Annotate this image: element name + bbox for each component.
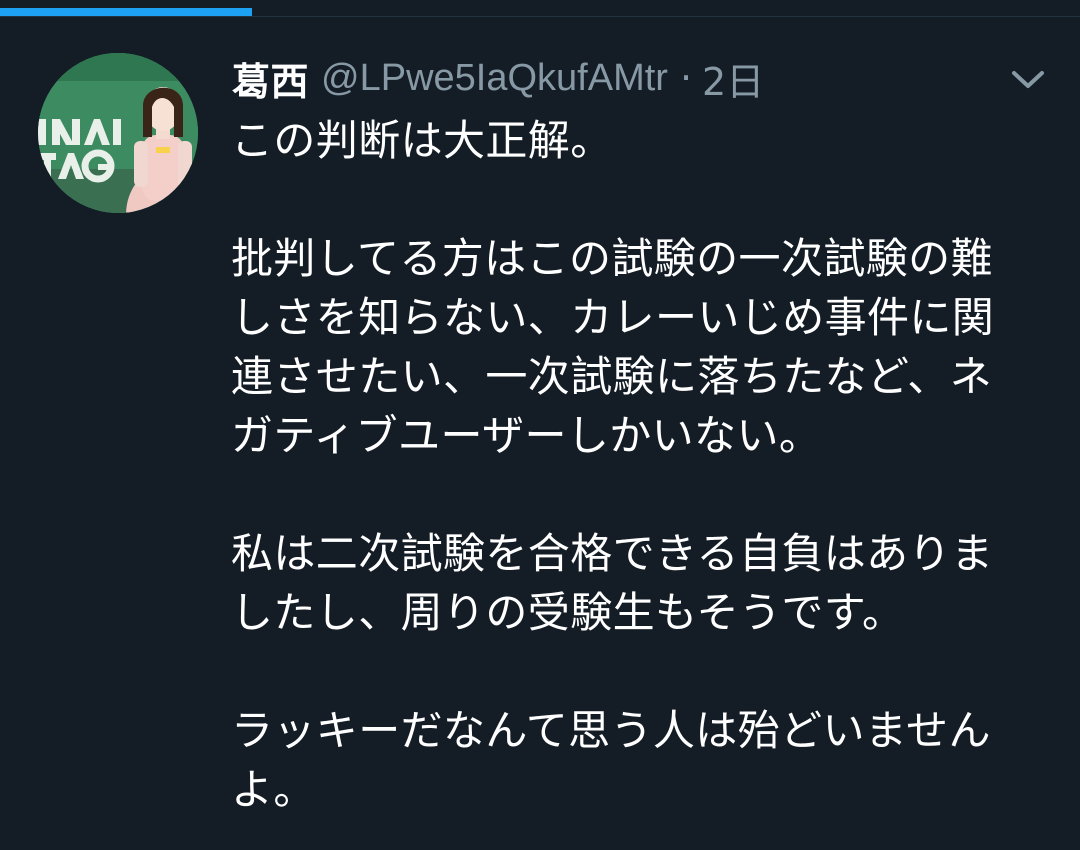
separator-dot: · bbox=[679, 56, 693, 100]
tweet-text-blank bbox=[231, 170, 1061, 229]
loading-progress-bar bbox=[0, 0, 1080, 16]
tweet-text-line: よ。 bbox=[231, 765, 316, 814]
tweet-text-line: 連させたい、一次試験に落ちたなど、ネ bbox=[231, 352, 993, 401]
divider bbox=[0, 16, 1080, 17]
timestamp[interactable]: 2日 bbox=[702, 51, 764, 106]
chevron-down-icon[interactable] bbox=[1008, 64, 1048, 94]
tweet-text-line: したし、周りの受験生もそうです。 bbox=[231, 588, 905, 637]
user-handle[interactable]: @LPwe5IaQkufAMtr bbox=[321, 57, 668, 100]
progress-fill bbox=[0, 8, 252, 16]
tweet-header: 葛西 @LPwe5IaQkufAMtr · 2日 bbox=[232, 54, 764, 104]
avatar[interactable] bbox=[38, 53, 198, 213]
tweet-text-line: しさを知らない、カレーいじめ事件に関 bbox=[231, 293, 995, 342]
tweet-text-line: 批判してる方はこの試験の一次試験の難 bbox=[231, 234, 993, 283]
tweet-text-line: ガティブユーザーしかいない。 bbox=[231, 411, 822, 460]
tweet-text-line: 私は二次試験を合格できる自負はありま bbox=[231, 529, 994, 578]
tweet-text-blank bbox=[231, 642, 1061, 701]
tweet-text-line: この判断は大正解。 bbox=[231, 116, 613, 165]
profile-photo-icon bbox=[38, 53, 198, 213]
tweet-text-blank bbox=[231, 465, 1061, 524]
tweet-text-line: ラッキーだなんて思う人は殆どいません bbox=[231, 706, 991, 755]
tweet-text: この判断は大正解。 批判してる方はこの試験の一次試験の難 しさを知らない、カレー… bbox=[231, 111, 1061, 819]
display-name[interactable]: 葛西 bbox=[232, 51, 309, 106]
tweet-screen: 葛西 @LPwe5IaQkufAMtr · 2日 この判断は大正解。 批判してる… bbox=[0, 0, 1080, 850]
